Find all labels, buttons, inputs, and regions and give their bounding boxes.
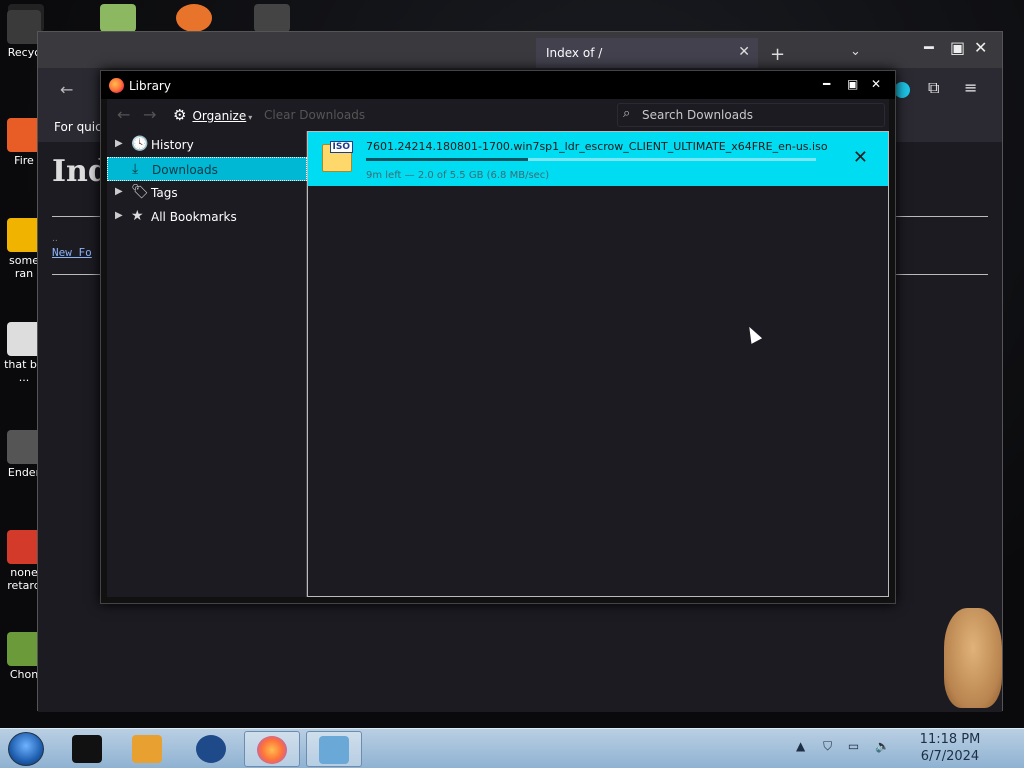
desktop-icon-image xyxy=(7,322,41,356)
sidebar-item-label: History xyxy=(151,138,194,152)
back-arrow-icon[interactable]: ← xyxy=(60,80,73,99)
star-icon: ★ xyxy=(131,208,144,224)
expand-twisty-icon[interactable]: ▶ xyxy=(115,186,123,197)
desktop-icon-image xyxy=(7,632,41,666)
taskbar-users-app[interactable] xyxy=(306,731,362,767)
library-toolbar: ← → ⚙ Organize ▾ Clear Downloads ⌕ Search … xyxy=(107,99,889,131)
bookmarks-bar-item[interactable]: For quic xyxy=(54,120,102,134)
taskbar: ▲ ⛉ ▭ 🔈 11:18 PM 6/7/2024 xyxy=(0,728,1024,768)
tray-chevron-icon[interactable]: ▲ xyxy=(796,739,805,753)
extensions-icon[interactable]: ⧉ xyxy=(928,78,939,98)
browser-tab-strip: Index of / ✕ + ⌄ ━ ▣ ✕ xyxy=(38,32,1002,68)
download-status: 9m left — 2.0 of 5.5 GB (6.8 MB/sec) xyxy=(366,170,550,181)
sidebar-item-label: All Bookmarks xyxy=(151,210,237,224)
desktop-icon-image xyxy=(7,10,41,44)
downloads-list: ISO 7601.24214.180801-1700.win7sp1_ldr_e… xyxy=(307,131,889,597)
tab-index[interactable]: Index of / ✕ xyxy=(536,38,758,68)
firefox-icon xyxy=(109,78,124,93)
tab-index-label: Index of / xyxy=(546,46,603,60)
volume-icon[interactable]: 🔈 xyxy=(875,739,890,753)
shield-icon[interactable]: ⛉ xyxy=(823,739,832,753)
sidebar-item-all-bookmarks[interactable]: ▶ ★ All Bookmarks xyxy=(107,205,307,229)
gear-icon: ⚙ xyxy=(173,106,187,124)
tab-background-2[interactable] xyxy=(314,38,524,68)
library-title: Library xyxy=(129,79,171,93)
library-sidebar: ▶ 🕓 History ⤓ Downloads ▶ 🏷 Tags ▶ ★ All… xyxy=(107,131,307,597)
taskbar-firefox[interactable] xyxy=(244,731,300,767)
library-titlebar: Library ━ ▣ ✕ xyxy=(101,71,895,99)
download-filename: 7601.24214.180801-1700.win7sp1_ldr_escro… xyxy=(366,140,828,153)
chevron-down-icon: ▾ xyxy=(248,113,253,122)
library-maximize-button[interactable]: ▣ xyxy=(847,77,858,91)
top-icon-3[interactable] xyxy=(176,4,212,32)
sidebar-item-downloads[interactable]: ⤓ Downloads xyxy=(107,157,307,181)
tag-icon: 🏷 xyxy=(131,184,149,200)
tab-close-icon[interactable]: ✕ xyxy=(738,44,750,60)
download-progress-bar xyxy=(366,158,816,161)
library-close-button[interactable]: ✕ xyxy=(871,77,881,91)
iso-file-icon: ISO xyxy=(322,141,353,172)
tab-list-chevron-icon[interactable]: ⌄ xyxy=(850,44,861,59)
taskbar-app-1[interactable] xyxy=(60,731,116,767)
profile-icon[interactable] xyxy=(894,82,910,98)
cancel-download-icon[interactable]: ✕ xyxy=(853,147,868,168)
desktop-icon-image xyxy=(7,530,41,564)
desktop-icon-image xyxy=(7,118,41,152)
clear-downloads-button[interactable]: Clear Downloads xyxy=(264,108,365,122)
sidebar-item-history[interactable]: ▶ 🕓 History xyxy=(107,133,307,157)
sidebar-item-tags[interactable]: ▶ 🏷 Tags xyxy=(107,181,307,205)
search-input[interactable]: ⌕ Search Downloads xyxy=(617,103,885,127)
expand-twisty-icon[interactable]: ▶ xyxy=(115,210,123,221)
download-icon: ⤓ xyxy=(132,161,139,177)
top-icon-2[interactable] xyxy=(100,4,136,32)
taskbar-media-player[interactable] xyxy=(120,731,176,767)
sidebar-item-label: Tags xyxy=(151,186,178,200)
search-icon: ⌕ xyxy=(623,106,631,121)
organize-button[interactable]: ⚙ Organize ▾ xyxy=(173,106,252,124)
clock-icon: 🕓 xyxy=(131,136,149,152)
library-window: Library ━ ▣ ✕ ← → ⚙ Organize ▾ Clear Downl… xyxy=(100,70,896,604)
forward-arrow-icon[interactable]: → xyxy=(143,105,156,124)
clock-date: 6/7/2024 xyxy=(920,749,980,764)
file-type-tag: ISO xyxy=(329,141,353,153)
browser-minimize-button[interactable]: ━ xyxy=(924,38,934,57)
menu-icon[interactable]: ≡ xyxy=(964,78,977,97)
library-minimize-button[interactable]: ━ xyxy=(823,77,830,91)
network-icon[interactable]: ▭ xyxy=(848,739,859,753)
parent-link[interactable]: .. xyxy=(52,234,58,244)
download-item[interactable]: ISO 7601.24214.180801-1700.win7sp1_ldr_e… xyxy=(308,132,888,186)
top-icon-4[interactable] xyxy=(254,4,290,32)
expand-twisty-icon[interactable]: ▶ xyxy=(115,138,123,149)
desktop-icon-image xyxy=(7,218,41,252)
new-tab-button[interactable]: + xyxy=(770,44,785,65)
system-tray: ▲ ⛉ ▭ 🔈 xyxy=(796,739,890,754)
folder-link[interactable]: New Fo xyxy=(52,246,92,259)
organize-label: Organize xyxy=(192,109,247,123)
hamster-image xyxy=(944,608,1002,708)
search-placeholder: Search Downloads xyxy=(642,108,753,122)
taskbar-globe-app[interactable] xyxy=(184,731,240,767)
download-progress-fill xyxy=(366,158,528,161)
clock[interactable]: 11:18 PM 6/7/2024 xyxy=(900,731,1000,765)
browser-maximize-button[interactable]: ▣ xyxy=(950,38,965,57)
clock-time: 11:18 PM xyxy=(919,732,981,747)
browser-close-button[interactable]: ✕ xyxy=(974,38,987,57)
sidebar-item-label: Downloads xyxy=(152,163,218,177)
back-arrow-icon[interactable]: ← xyxy=(117,105,130,124)
start-button[interactable] xyxy=(8,732,44,766)
tab-background-1[interactable] xyxy=(98,38,308,68)
desktop-icon-image xyxy=(7,430,41,464)
